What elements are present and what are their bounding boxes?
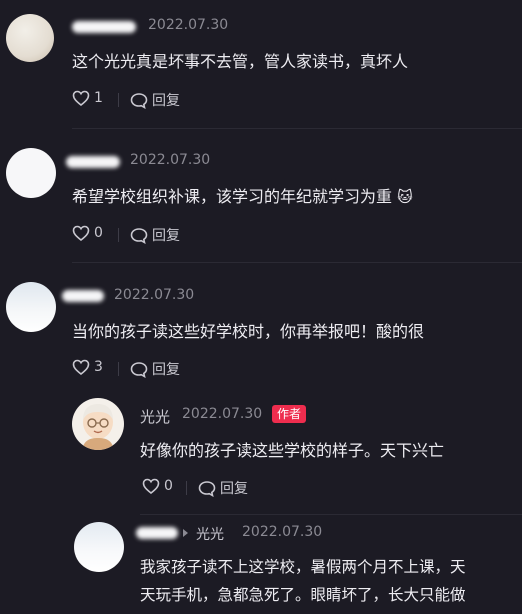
comment-bubble-icon <box>130 92 148 109</box>
like-count: 0 <box>164 478 173 494</box>
avatar[interactable] <box>6 148 56 198</box>
reply-date: 2022.07.30 <box>182 406 263 422</box>
like-button[interactable]: 0 <box>142 478 173 494</box>
reply-label: 回复 <box>152 93 180 109</box>
action-divider <box>118 228 119 242</box>
comment-text: 希望学校组织补课，该学习的年纪就学习为重 🐱 <box>72 183 413 207</box>
avatar[interactable] <box>6 282 56 332</box>
cartoon-face-icon <box>82 404 114 450</box>
reply-button[interactable]: 回复 <box>130 90 180 110</box>
action-divider <box>118 93 119 107</box>
like-button[interactable]: 1 <box>72 90 103 106</box>
like-count: 3 <box>94 359 103 375</box>
comment-bubble-icon <box>198 480 216 497</box>
comment-text: 这个光光真是坏事不去管，管人家读书，真坏人 <box>72 52 409 71</box>
reply-label: 回复 <box>152 362 180 378</box>
reply-label: 回复 <box>220 481 248 497</box>
separator <box>140 514 522 515</box>
author-badge: 作者 <box>272 405 307 423</box>
comment-date: 2022.07.30 <box>130 152 211 168</box>
username-redacted[interactable] <box>66 156 120 168</box>
comment-bubble-icon <box>130 361 148 378</box>
like-button[interactable]: 3 <box>72 359 103 375</box>
action-divider <box>118 362 119 376</box>
avatar[interactable] <box>6 14 54 62</box>
reply-button[interactable]: 回复 <box>130 225 180 245</box>
reply-date: 2022.07.30 <box>242 524 323 540</box>
reply-button[interactable]: 回复 <box>130 359 180 379</box>
username-redacted[interactable] <box>62 290 104 302</box>
action-divider <box>186 481 187 495</box>
comment-bubble-icon <box>130 227 148 244</box>
comment-date: 2022.07.30 <box>148 17 229 33</box>
like-button[interactable]: 0 <box>72 225 103 241</box>
like-count: 0 <box>94 225 103 241</box>
cat-emoji-icon: 🐱 <box>397 188 413 206</box>
heart-icon <box>72 90 90 106</box>
comment-text-body: 希望学校组织补课，该学习的年纪就学习为重 <box>72 187 393 206</box>
reply-arrow-icon <box>183 529 188 537</box>
separator <box>72 262 522 263</box>
reply-button[interactable]: 回复 <box>198 478 248 498</box>
comment-text: 当你的孩子读这些好学校时，你再举报吧！酸的很 <box>72 322 425 341</box>
avatar[interactable] <box>74 522 124 572</box>
reply-label: 回复 <box>152 228 180 244</box>
separator <box>72 128 522 129</box>
heart-icon <box>72 225 90 241</box>
reply-text: 好像你的孩子读这些学校的样子。天下兴亡 <box>140 441 445 460</box>
like-count: 1 <box>94 90 103 106</box>
author-avatar[interactable] <box>72 398 124 450</box>
heart-icon <box>142 478 160 494</box>
reply-to-name[interactable]: 光光 <box>196 524 224 544</box>
username-redacted[interactable] <box>136 527 178 539</box>
author-name[interactable]: 光光 <box>140 406 170 427</box>
reply-text-line: 我家孩子读不上这学校，暑假两个月不上课，天 <box>140 558 466 576</box>
heart-icon <box>72 359 90 375</box>
reply-text-line: 天玩手机，急都急死了。眼睛坏了，长大只能做 <box>140 586 466 604</box>
username-redacted[interactable] <box>72 21 136 33</box>
comment-date: 2022.07.30 <box>114 287 195 303</box>
